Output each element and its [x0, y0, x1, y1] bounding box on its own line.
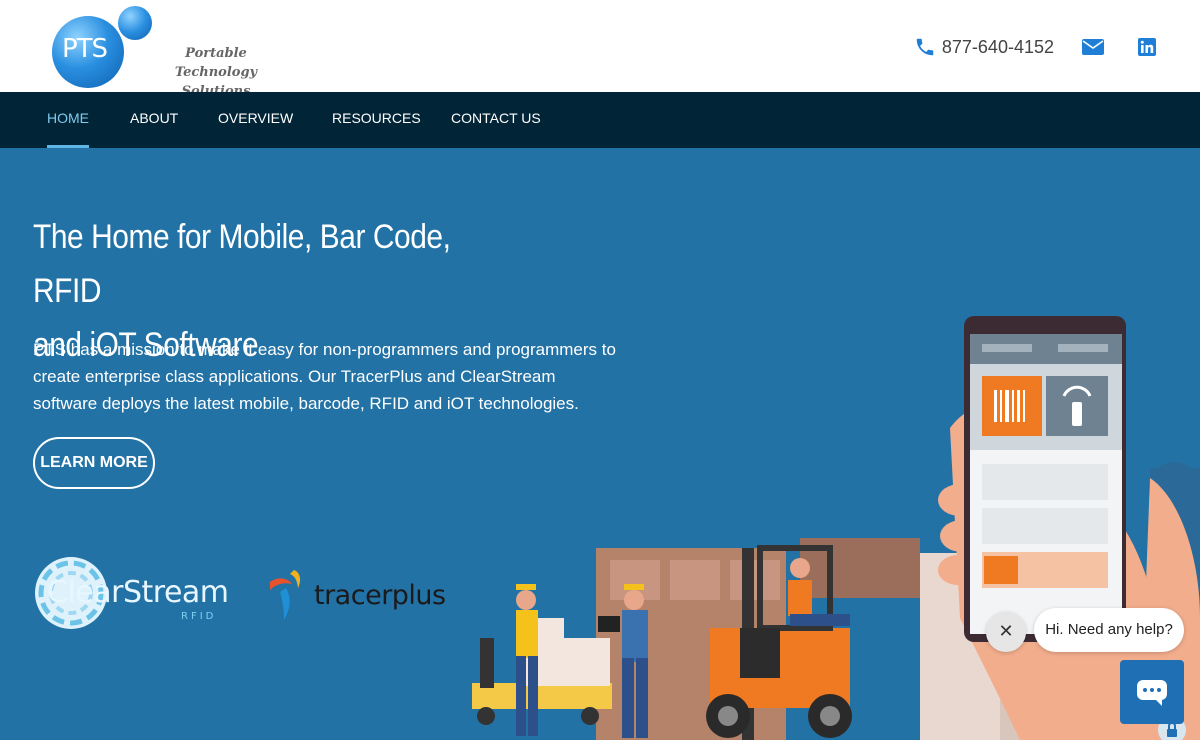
- learn-more-button[interactable]: LEARN MORE: [33, 437, 155, 489]
- nav-about[interactable]: ABOUT: [130, 92, 178, 148]
- phone-number[interactable]: 877-640-4152: [942, 37, 1054, 58]
- nav-home[interactable]: HOME: [47, 92, 89, 148]
- clearstream-sub: RFID: [181, 611, 217, 622]
- nav-resources[interactable]: RESOURCES: [332, 92, 421, 148]
- hero-section: The Home for Mobile, Bar Code, RFID and …: [0, 148, 1200, 740]
- pts-logo[interactable]: PTS Portable Technology Solutions: [50, 6, 290, 99]
- warehouse-illustration: [472, 316, 1200, 740]
- clearstream-wordmark: ClearStream: [47, 575, 229, 610]
- chat-close-icon[interactable]: ✕: [986, 612, 1026, 652]
- logo-small-globe: [118, 6, 152, 40]
- chat-open-button[interactable]: [1120, 660, 1184, 724]
- tracerplus-wordmark: tracerplus: [314, 580, 446, 611]
- site-header: PTS Portable Technology Solutions 877-64…: [0, 0, 1200, 99]
- clearstream-logo[interactable]: ClearStream RFID: [33, 553, 233, 635]
- mail-icon[interactable]: [1082, 38, 1104, 56]
- main-nav: HOME ABOUT OVERVIEW RESOURCES CONTACT US: [0, 92, 1200, 148]
- chat-greeting[interactable]: Hi. Need any help?: [1034, 608, 1184, 652]
- linkedin-icon[interactable]: [1138, 38, 1156, 56]
- chat-bubble-icon: [1137, 680, 1167, 706]
- phone-icon: [916, 38, 934, 56]
- tracerplus-emblem-icon: [270, 570, 301, 620]
- logo-mark: PTS: [62, 34, 108, 64]
- tracerplus-logo[interactable]: tracerplus: [266, 568, 466, 624]
- nav-contact-us[interactable]: CONTACT US: [451, 92, 541, 148]
- nav-overview[interactable]: OVERVIEW: [218, 92, 293, 148]
- hero-title-line1: The Home for Mobile, Bar Code, RFID: [33, 218, 451, 310]
- header-contact: 877-640-4152: [914, 34, 1156, 60]
- logo-tagline-line1: Portable Technology: [174, 46, 258, 80]
